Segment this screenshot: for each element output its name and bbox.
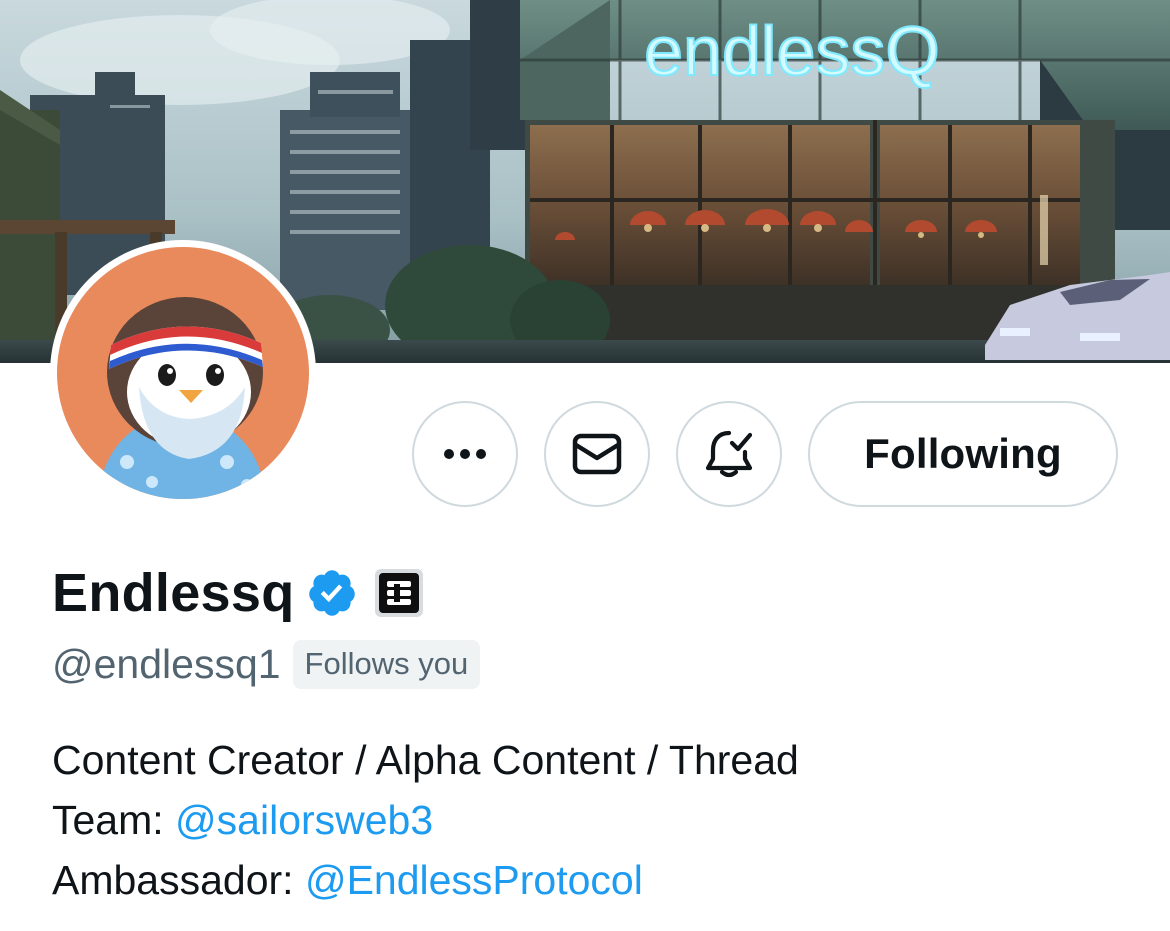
notifications-button[interactable] (676, 401, 782, 507)
profile-handle-row: @endlessq1 Follows you (52, 636, 481, 692)
ambassador-mention-link[interactable]: @EndlessProtocol (305, 857, 643, 903)
following-button-label: Following (864, 430, 1062, 477)
profile-page: endlessQ Following Endlessq @endlessq1 F… (0, 0, 1170, 931)
following-button[interactable]: Following (808, 401, 1118, 507)
envelope-icon (572, 433, 622, 475)
user-handle: @endlessq1 (52, 640, 281, 687)
more-options-button[interactable] (412, 401, 518, 507)
message-button[interactable] (544, 401, 650, 507)
bio-line-ambassador: Ambassador: @EndlessProtocol (52, 850, 799, 910)
bio-line-1: Content Creator / Alpha Content / Thread (52, 737, 799, 783)
team-mention-link[interactable]: @sailorsweb3 (175, 797, 433, 843)
profile-bio: Content Creator / Alpha Content / Thread… (52, 730, 799, 910)
profile-avatar[interactable] (50, 240, 316, 506)
bio-team-label: Team: (52, 797, 176, 843)
bio-ambassador-label: Ambassador: (52, 857, 305, 903)
verified-badge-icon[interactable] (306, 567, 358, 619)
banner-neon-sign: endlessQ (644, 12, 940, 90)
profile-name-row: Endlessq (52, 560, 424, 626)
display-name: Endlessq (52, 563, 295, 623)
bio-line-team: Team: @sailorsweb3 (52, 790, 799, 850)
avatar-image (57, 247, 309, 499)
more-horizontal-icon (444, 449, 486, 459)
affiliate-badge-icon[interactable] (374, 568, 424, 618)
bell-check-icon (705, 430, 753, 478)
follows-you-badge: Follows you (292, 639, 481, 689)
